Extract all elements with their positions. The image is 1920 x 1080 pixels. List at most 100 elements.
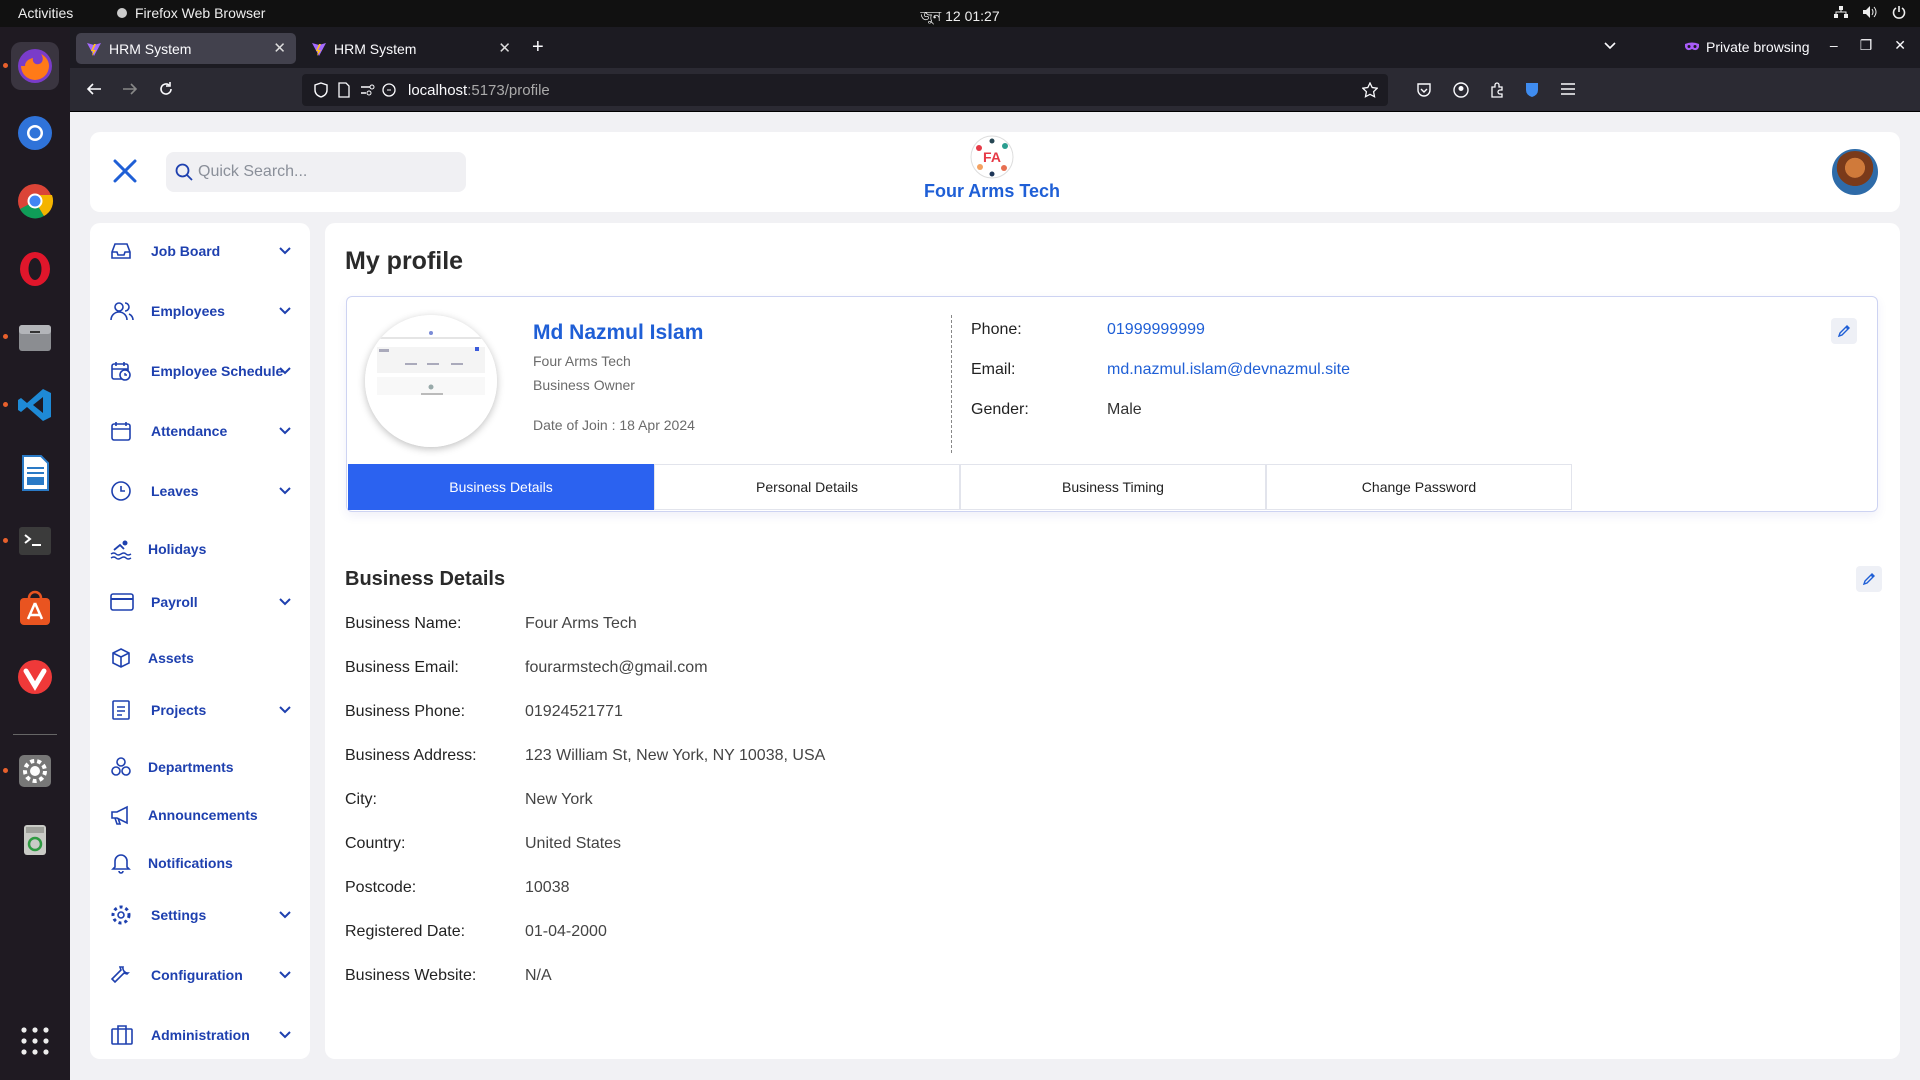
minimize-icon[interactable]: – <box>1830 37 1838 54</box>
vscode-icon <box>18 389 51 421</box>
chevron-down-icon <box>279 367 291 375</box>
sidebar-item-employees[interactable]: Employees <box>90 291 310 331</box>
page-title: My profile <box>345 247 464 275</box>
chevron-down-icon <box>279 971 291 979</box>
forward-arrow-icon[interactable] <box>122 81 138 97</box>
tracking-shield-icon[interactable] <box>314 82 328 98</box>
show-apps-button[interactable] <box>11 1017 59 1065</box>
account-icon[interactable] <box>1453 82 1469 98</box>
volume-icon <box>1863 6 1877 18</box>
sidebar-item-notifications[interactable]: Notifications <box>90 843 310 883</box>
business-address-value: 123 William St, New York, NY 10038, USA <box>525 747 826 764</box>
dock-opera[interactable] <box>11 245 59 293</box>
quick-search[interactable] <box>166 152 466 192</box>
sidebar-item-job-board[interactable]: Job Board <box>90 231 310 271</box>
phone-label: Phone: <box>971 321 1022 338</box>
sidebar-item-employee-schedule[interactable]: Employee Schedule <box>90 351 310 391</box>
tab-title: HRM System <box>109 40 192 57</box>
business-name-value: Four Arms Tech <box>525 615 637 632</box>
dock-chrome[interactable] <box>11 177 59 225</box>
private-label: Private browsing <box>1706 39 1810 55</box>
list-all-tabs-icon[interactable] <box>1603 41 1617 51</box>
sidebar-item-configuration[interactable]: Configuration <box>90 955 310 995</box>
sidebar-item-assets[interactable]: Assets <box>90 638 310 678</box>
opera-icon <box>20 252 50 286</box>
country-value: United States <box>525 835 622 852</box>
hamburger-menu-icon[interactable] <box>1560 82 1576 96</box>
dock-firefox[interactable] <box>11 42 59 90</box>
network-icon <box>1834 6 1848 18</box>
extensions-icon[interactable] <box>1489 82 1505 98</box>
sidebar-item-departments[interactable]: Departments <box>90 747 310 787</box>
edit-profile-button[interactable] <box>1831 318 1857 344</box>
tab-personal-details[interactable]: Personal Details <box>654 464 960 510</box>
power-icon <box>1892 6 1906 19</box>
system-top-bar: Activities Firefox Web Browser জুন 12 01… <box>0 0 1920 27</box>
dock-chromium[interactable] <box>11 109 59 157</box>
clock[interactable]: জুন 12 01:27 <box>0 5 1920 29</box>
business-website-value: N/A <box>525 967 552 984</box>
sidebar-item-announcements[interactable]: Announcements <box>90 795 310 835</box>
inbox-icon <box>111 243 131 259</box>
user-avatar[interactable] <box>1832 149 1878 195</box>
url-bar[interactable]: localhost:5173/profile <box>302 74 1388 106</box>
pencil-icon <box>1837 325 1850 338</box>
dock-settings[interactable] <box>11 747 59 795</box>
dock-writer[interactable] <box>11 449 59 497</box>
edit-business-details-button[interactable] <box>1856 566 1882 592</box>
connection-info-icon[interactable] <box>382 82 396 98</box>
url-text[interactable]: localhost:5173/profile <box>408 82 550 99</box>
company-logo: FA <box>970 135 1014 179</box>
postcode-value: 10038 <box>525 879 570 896</box>
sidebar-item-leaves[interactable]: Leaves <box>90 471 310 511</box>
search-input[interactable] <box>198 152 458 192</box>
tab-business-details[interactable]: Business Details <box>348 464 654 510</box>
chrome-icon <box>18 184 54 219</box>
browser-tab-1[interactable]: HRM System ✕ <box>76 33 296 64</box>
dock-vivaldi[interactable] <box>11 653 59 701</box>
dock-trash[interactable] <box>11 815 59 863</box>
gender-label: Gender: <box>971 401 1029 418</box>
trash-icon <box>24 825 46 855</box>
bookmark-star-icon[interactable] <box>1362 82 1378 98</box>
restore-icon[interactable]: ❐ <box>1860 37 1873 54</box>
phone-value[interactable]: 01999999999 <box>1107 321 1205 339</box>
sidebar-item-attendance[interactable]: Attendance <box>90 411 310 451</box>
pocket-icon[interactable] <box>1416 82 1432 98</box>
building-icon <box>111 1025 133 1045</box>
app-grid-icon <box>21 1027 49 1055</box>
dock-terminal[interactable] <box>11 517 59 565</box>
divider <box>951 315 952 453</box>
sidebar-item-holidays[interactable]: Holidays <box>90 529 310 569</box>
browser-tab-2[interactable]: HRM System ✕ <box>301 33 521 64</box>
bitwarden-shield-icon[interactable] <box>1525 82 1539 98</box>
window-controls: – ❐ ✕ <box>1830 37 1906 54</box>
reload-icon[interactable] <box>158 81 174 97</box>
sidebar-item-projects[interactable]: Projects <box>90 690 310 730</box>
sidebar-item-payroll[interactable]: Payroll <box>90 582 310 622</box>
close-tab-icon[interactable]: ✕ <box>498 39 511 57</box>
user-role: Business Owner <box>533 377 635 393</box>
sidebar-item-settings[interactable]: Settings <box>90 895 310 935</box>
sidebar-item-administration[interactable]: Administration <box>90 1015 310 1055</box>
dock-software[interactable] <box>11 585 59 633</box>
new-tab-button[interactable]: + <box>532 37 544 57</box>
brand[interactable]: FA Four Arms Tech <box>882 134 1102 202</box>
user-company: Four Arms Tech <box>533 353 631 369</box>
tab-business-timing[interactable]: Business Timing <box>960 464 1266 510</box>
tab-change-password[interactable]: Change Password <box>1266 464 1572 510</box>
permissions-icon[interactable] <box>360 82 376 98</box>
brand-name: Four Arms Tech <box>923 181 1061 201</box>
dock-vscode[interactable] <box>11 381 59 429</box>
user-name: Md Nazmul Islam <box>533 321 704 344</box>
users-icon <box>110 302 134 321</box>
profile-photo[interactable] <box>365 315 497 447</box>
close-tab-icon[interactable]: ✕ <box>273 39 286 57</box>
back-arrow-icon[interactable] <box>86 81 102 97</box>
vivaldi-icon <box>18 660 52 694</box>
close-sidebar-icon[interactable] <box>112 158 138 184</box>
dock-files[interactable] <box>11 313 59 361</box>
window-close-icon[interactable]: ✕ <box>1894 37 1906 54</box>
system-tray[interactable] <box>1834 5 1906 19</box>
email-value[interactable]: md.nazmul.islam@devnazmul.site <box>1107 361 1350 379</box>
